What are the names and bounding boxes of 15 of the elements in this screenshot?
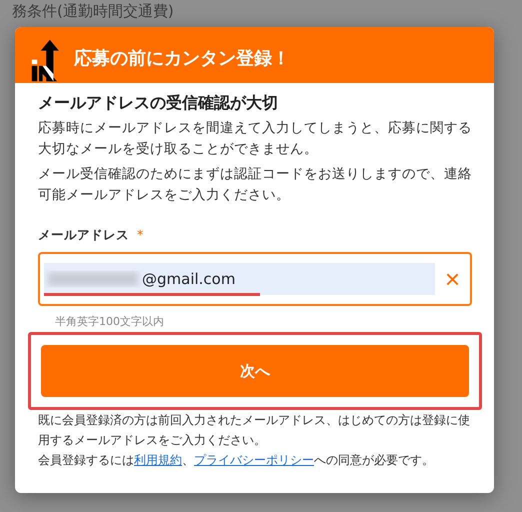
dialog-title: 応募の前にカンタン登録！: [74, 47, 290, 70]
consent-text: 会員登録するには利用規約、プライバシーポリシーへの同意が必要です。: [38, 452, 435, 469]
terms-link[interactable]: 利用規約: [134, 453, 182, 467]
privacy-policy-link[interactable]: プライバシーポリシー: [194, 453, 314, 467]
field-label: メールアドレス: [38, 227, 129, 244]
email-value: @gmail.com: [142, 270, 236, 288]
description-text: メール受信確認のためにまずは認証コードをお送りしますので、連絡可能メールアドレスをご入力ください。: [38, 165, 472, 205]
required-mark: *: [137, 227, 144, 244]
note-text: 既に会員登録済の方は前回入力されたメールアドレス、はじめての方は登録に使用するメールアドレスをご入力ください。: [38, 412, 471, 449]
description-text: 応募時にメールアドレスを間違えて入力してしまうと、応募に関する大切なメールを受け取ることができません。: [38, 119, 472, 159]
background-text: 務条件(通勤時間交通費): [12, 2, 174, 21]
next-button[interactable]: 次へ: [41, 345, 469, 397]
email-field[interactable]: @gmail.com ×: [38, 252, 472, 306]
section-heading: メールアドレスの受信確認が大切: [38, 93, 279, 114]
field-hint: 半角英字100文字以内: [55, 314, 165, 329]
